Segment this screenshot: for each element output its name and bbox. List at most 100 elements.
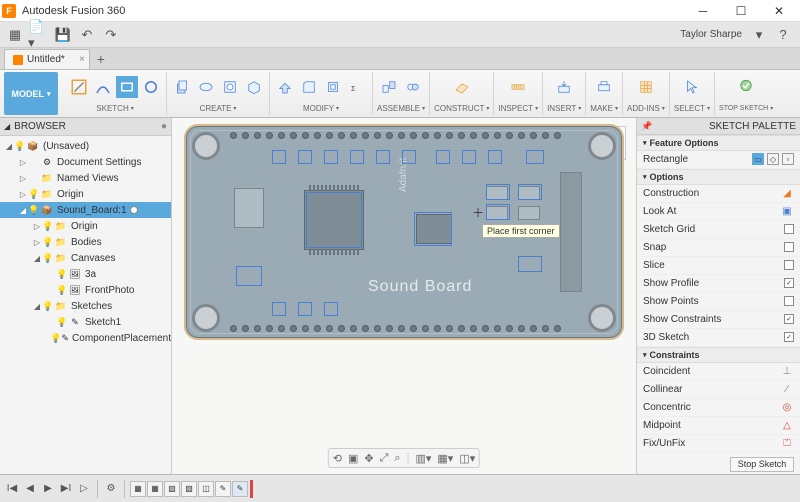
revolve-icon[interactable] bbox=[195, 76, 217, 98]
addins-icon[interactable] bbox=[635, 76, 657, 98]
palette-constraint-row[interactable]: Concentric◎ bbox=[637, 399, 800, 417]
rect-2point-icon[interactable]: ▭ bbox=[752, 153, 764, 165]
file-menu-button[interactable]: 📄▾ bbox=[28, 25, 50, 45]
palette-constraint-row[interactable]: Midpoint△ bbox=[637, 417, 800, 435]
checkbox[interactable] bbox=[784, 242, 794, 252]
tree-item[interactable]: 💡🖼3a bbox=[0, 266, 171, 282]
checkbox[interactable] bbox=[784, 278, 794, 288]
palette-section-constraints[interactable]: Constraints bbox=[637, 347, 800, 363]
timeline-start-button[interactable]: I◀ bbox=[4, 481, 20, 497]
ribbon-label-insert[interactable]: INSERT bbox=[547, 102, 581, 114]
model-canvas[interactable]: TOP zx Sound Board Adafruit bbox=[172, 118, 636, 474]
checkbox[interactable] bbox=[784, 224, 794, 234]
display-icon[interactable]: ▥▾ bbox=[415, 452, 431, 465]
fillet-icon[interactable] bbox=[298, 76, 320, 98]
timeline-back-button[interactable]: ◀ bbox=[22, 481, 38, 497]
tree-item[interactable]: ▷📁Named Views bbox=[0, 170, 171, 186]
measure-icon[interactable] bbox=[507, 76, 529, 98]
timeline-feature[interactable]: ▧ bbox=[164, 481, 180, 497]
ribbon-label-sketch[interactable]: SKETCH bbox=[96, 102, 133, 114]
rectangle-icon[interactable] bbox=[116, 76, 138, 98]
timeline-settings-button[interactable]: ⚙ bbox=[103, 481, 119, 497]
timeline-play-button[interactable]: ▷ bbox=[76, 481, 92, 497]
rect-3point-icon[interactable]: ◇ bbox=[767, 153, 779, 165]
browser-header[interactable]: ◢ BROWSER ● bbox=[0, 118, 171, 136]
box-icon[interactable] bbox=[243, 76, 265, 98]
pan-icon[interactable]: ✥ bbox=[364, 452, 373, 465]
hole-icon[interactable] bbox=[219, 76, 241, 98]
joint-icon[interactable] bbox=[402, 76, 424, 98]
palette-header[interactable]: 📌 SKETCH PALETTE bbox=[637, 118, 800, 135]
timeline-end-button[interactable]: ▶I bbox=[58, 481, 74, 497]
extrude-icon[interactable] bbox=[171, 76, 193, 98]
data-panel-button[interactable]: ▦ bbox=[4, 25, 26, 45]
palette-constraint-row[interactable]: Coincident⊥ bbox=[637, 363, 800, 381]
stop-sketch-icon[interactable] bbox=[735, 76, 757, 98]
palette-section-options[interactable]: Options bbox=[637, 169, 800, 185]
tree-item[interactable]: ▷💡📁Origin bbox=[0, 218, 171, 234]
checkbox[interactable] bbox=[784, 314, 794, 324]
palette-pin-icon[interactable]: 📌 bbox=[641, 121, 652, 132]
checkbox[interactable] bbox=[784, 260, 794, 270]
collapse-icon[interactable]: ◢ bbox=[4, 122, 10, 131]
tree-item[interactable]: 💡🖼FrontPhoto bbox=[0, 282, 171, 298]
shell-icon[interactable] bbox=[322, 76, 344, 98]
component-icon[interactable] bbox=[378, 76, 400, 98]
stop-sketch-button[interactable]: Stop Sketch bbox=[730, 457, 794, 472]
plane-icon[interactable] bbox=[451, 76, 473, 98]
save-button[interactable]: 💾 bbox=[52, 25, 74, 45]
redo-button[interactable]: ↷ bbox=[100, 25, 122, 45]
tree-item[interactable]: ▷💡📁Origin bbox=[0, 186, 171, 202]
circle-icon[interactable] bbox=[140, 76, 162, 98]
insert-icon[interactable] bbox=[553, 76, 575, 98]
new-tab-button[interactable]: + bbox=[92, 49, 110, 69]
timeline-feature[interactable]: ◫ bbox=[198, 481, 214, 497]
ribbon-label-modify[interactable]: MODIFY bbox=[303, 102, 339, 114]
close-button[interactable]: ✕ bbox=[760, 0, 798, 22]
user-menu-icon[interactable]: ▾ bbox=[748, 25, 770, 45]
zoom-icon[interactable]: ⤢ bbox=[380, 452, 389, 465]
checkbox[interactable] bbox=[784, 296, 794, 306]
undo-button[interactable]: ↶ bbox=[76, 25, 98, 45]
palette-constraint-row[interactable]: Fix/UnFix⏍ bbox=[637, 435, 800, 453]
ribbon-label-inspect[interactable]: INSPECT bbox=[498, 102, 538, 114]
timeline-marker[interactable] bbox=[250, 480, 253, 498]
select-icon[interactable] bbox=[681, 76, 703, 98]
palette-section-feature[interactable]: Feature Options bbox=[637, 135, 800, 151]
tab-close-button[interactable]: × bbox=[79, 54, 85, 65]
maximize-button[interactable]: ☐ bbox=[722, 0, 760, 22]
ribbon-label-assemble[interactable]: ASSEMBLE bbox=[377, 102, 425, 114]
option-icon[interactable]: ▣ bbox=[780, 204, 794, 218]
tree-item[interactable]: ◢💡📁Canvases bbox=[0, 250, 171, 266]
timeline-fwd-button[interactable]: ▶ bbox=[40, 481, 56, 497]
pin-icon[interactable]: ● bbox=[161, 121, 167, 132]
option-icon[interactable]: ◢ bbox=[780, 186, 794, 200]
ribbon-label-addins[interactable]: ADD-INS bbox=[627, 102, 665, 114]
tree-item[interactable]: 💡✎Sketch1 bbox=[0, 314, 171, 330]
help-button[interactable]: ? bbox=[772, 25, 794, 45]
line-icon[interactable] bbox=[92, 76, 114, 98]
parameters-icon[interactable]: Σ bbox=[346, 76, 368, 98]
timeline-feature[interactable]: ▦ bbox=[147, 481, 163, 497]
fit-icon[interactable]: ⌕ bbox=[394, 452, 400, 465]
lookat-icon[interactable]: ▣ bbox=[348, 452, 358, 465]
presspull-icon[interactable] bbox=[274, 76, 296, 98]
document-tab[interactable]: Untitled* × bbox=[4, 49, 90, 69]
rect-center-icon[interactable]: ▫ bbox=[782, 153, 794, 165]
workspace-switcher[interactable]: MODEL bbox=[4, 72, 58, 115]
ribbon-label-make[interactable]: MAKE bbox=[590, 102, 618, 114]
tree-item[interactable]: 💡✎ComponentPlacement bbox=[0, 330, 171, 346]
tree-item[interactable]: ▷💡📁Bodies bbox=[0, 234, 171, 250]
minimize-button[interactable]: ─ bbox=[684, 0, 722, 22]
checkbox[interactable] bbox=[784, 332, 794, 342]
tree-item[interactable]: ◢💡📦Sound_Board:1 bbox=[0, 202, 171, 218]
ribbon-label-create[interactable]: CREATE bbox=[200, 102, 237, 114]
ribbon-label-stop[interactable]: STOP SKETCH bbox=[719, 102, 773, 114]
timeline-feature[interactable]: ▦ bbox=[130, 481, 146, 497]
ribbon-label-construct[interactable]: CONSTRUCT bbox=[434, 102, 489, 114]
create-sketch-icon[interactable] bbox=[68, 76, 90, 98]
user-name[interactable]: Taylor Sharpe bbox=[680, 29, 742, 40]
orbit-icon[interactable]: ⟲ bbox=[333, 452, 342, 465]
timeline-feature[interactable]: ✎ bbox=[232, 481, 248, 497]
tree-root[interactable]: ◢💡 📦 (Unsaved) bbox=[0, 138, 171, 154]
